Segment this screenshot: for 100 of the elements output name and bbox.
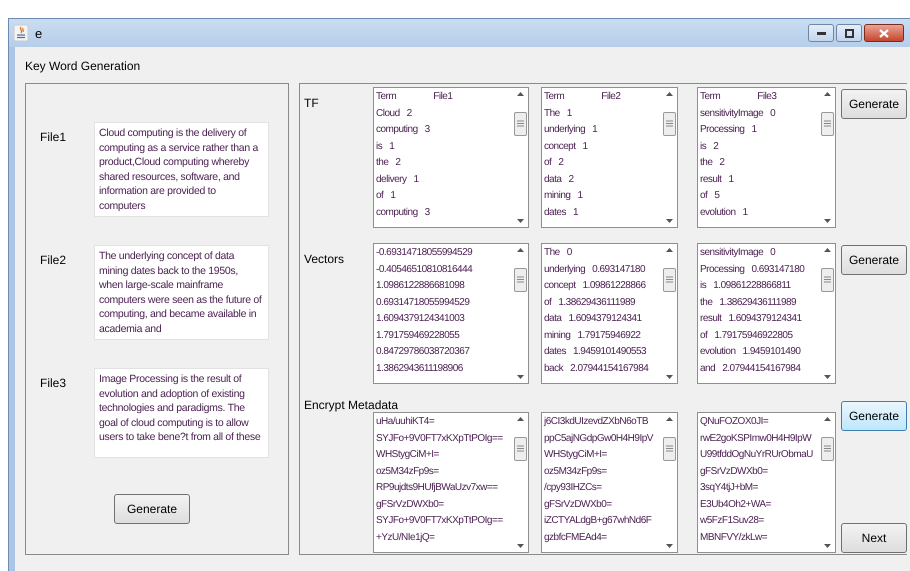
- text-line: 2: [406, 106, 412, 120]
- text-line: data: [544, 172, 562, 186]
- generate-button[interactable]: Generate: [114, 494, 190, 524]
- text-line: The: [544, 106, 560, 120]
- text-line: the: [376, 156, 388, 170]
- text-line: oz5M34zFp9s=: [544, 464, 607, 478]
- scroll-down-icon[interactable]: [516, 544, 524, 548]
- scrollbar-thumb[interactable]: [514, 268, 526, 292]
- text-line: 1.38629436111989: [558, 296, 636, 310]
- text-line: 1: [566, 106, 572, 120]
- minimize-button[interactable]: [808, 24, 834, 42]
- text-line: 2: [568, 172, 574, 186]
- text-line: Term: [700, 90, 720, 104]
- text-line: mining: [544, 189, 570, 203]
- text-line: 0.693147180: [592, 262, 646, 276]
- maximize-button[interactable]: [836, 24, 862, 42]
- scroll-down-icon[interactable]: [516, 375, 524, 379]
- text-line: 0.84729786038720367: [376, 345, 470, 359]
- scroll-up-icon[interactable]: [824, 248, 830, 252]
- text-line: 1: [390, 189, 396, 203]
- scroll-down-icon[interactable]: [666, 544, 672, 548]
- text-line: underlying: [544, 123, 586, 137]
- scroll-up-icon[interactable]: [516, 417, 524, 421]
- scroll-up-icon[interactable]: [516, 92, 524, 96]
- text-line: and: [700, 362, 716, 376]
- text-line: /cpy93IHZCs=: [544, 481, 602, 495]
- scroll-up-icon[interactable]: [824, 417, 830, 421]
- text-line: sensitivityImage: [700, 106, 764, 120]
- scroll-up-icon[interactable]: [824, 92, 830, 96]
- text-line: 1.09861228866: [582, 279, 646, 293]
- scroll-up-icon[interactable]: [666, 417, 672, 421]
- text-line: The: [544, 246, 560, 260]
- text-line: oz5M34zFp9s=: [376, 464, 439, 478]
- scroll-up-icon[interactable]: [666, 248, 672, 252]
- section-label: Encrypt Metadata: [304, 399, 400, 412]
- text-area[interactable]: Cloud computing is the delivery of computing as a service rather than a product,Cloud computing whereby shared resources, software, and information are provided to computers: [94, 122, 269, 217]
- text-line: the: [700, 156, 712, 170]
- text-line: underlying: [544, 262, 586, 276]
- scrollbar-thumb[interactable]: [514, 112, 526, 136]
- text-line: 1.6094379124341003: [376, 312, 464, 326]
- scrollbar-thumb[interactable]: [514, 436, 526, 460]
- scroll-up-icon[interactable]: [516, 248, 524, 252]
- scrollbar-thumb[interactable]: [820, 112, 834, 136]
- scroll-up-icon[interactable]: [666, 92, 672, 96]
- text-line: 1.6094379124341: [568, 312, 642, 326]
- text-line: 1.79175946922: [577, 328, 640, 342]
- scroll-down-icon[interactable]: [516, 219, 524, 223]
- text-area[interactable]: Term File2 The 1 underlying 1 concept 1 of 2 data 2 mining 1 dates 1: [541, 87, 678, 228]
- text-line: 1: [413, 172, 419, 186]
- text-line: 1.3862943611198906: [376, 362, 463, 376]
- text-line: sensitivityImage: [700, 246, 764, 260]
- text-line: 1.09861228866811: [713, 279, 791, 293]
- scroll-down-icon[interactable]: [666, 219, 672, 223]
- text-line: concept: [544, 279, 576, 293]
- generate-button[interactable]: Generate: [841, 401, 907, 431]
- next-button[interactable]: Next: [841, 523, 907, 553]
- scrollbar-thumb[interactable]: [662, 436, 676, 460]
- text-line: -0.69314718055994529: [376, 246, 472, 260]
- text-line: concept: [544, 140, 576, 154]
- text-line: 1.9459101490553: [572, 345, 646, 359]
- text-area[interactable]: Term File1 Cloud 2 computing 3 is 1 the 2 delivery 1 of 1 computing 3: [373, 87, 529, 228]
- text-line: 3: [424, 206, 430, 220]
- scrollbar-thumb[interactable]: [820, 436, 834, 460]
- text-area[interactable]: j6CI3kdUIzevdZXbN6oTB ppC5ajNGdpGw0H4H9IpV WHStygCiM+I= oz5M34zFp9s= /cpy93IHZCs= gFSrVzDWXb0= iZCTYALdgB+g67whNd6F gzbfcFMEAd4=: [541, 412, 678, 553]
- text-area[interactable]: The underlying concept of data mining dates back to the 1950s, when large-scale mainframe computers were seen as the future of computing, and became available in academia and: [94, 245, 269, 340]
- text-area[interactable]: Term File3 sensitivityImage 0 Processing 1 is 2 the 2 result 1 of 5 evolution 1: [697, 87, 836, 228]
- scrollbar-thumb[interactable]: [662, 268, 676, 292]
- text-area[interactable]: QNuFOZOX0JI= rwE2goKSPImw0H4H9IpW U99tfddOgNuYrRUrObmaU gFSrVzDWXb0= 3sqY4tjJ+bM= E3Ub4Oh2+WA= w5FzF1Suv28= MBNFVY/zkLw=: [697, 412, 836, 553]
- section-label: TF: [304, 95, 320, 112]
- text-area[interactable]: The 0 underlying 0.693147180 concept 1.09861228866 of 1.38629436111989 data 1.6094379124341 mining 1.79175946922 dates 1.9459101490553 back 2.07944154167984: [541, 243, 678, 384]
- text-area[interactable]: sensitivityImage 0 Processing 0.693147180 is 1.09861228866811 the 1.38629436111989 result 1.6094379124341 of 1.79175946922805 evolution 1.9459101490 and 2.07944154167984: [697, 243, 836, 384]
- text-line: 5: [714, 189, 720, 203]
- text-line: Processing: [700, 123, 744, 137]
- text-line: j6CI3kdUIzevdZXbN6oTB: [544, 415, 648, 429]
- text-line: of: [376, 189, 384, 203]
- file-label: File1: [40, 129, 68, 146]
- scrollbar-thumb[interactable]: [820, 268, 834, 292]
- text-line: is: [376, 140, 382, 154]
- file-label: File3: [40, 375, 68, 392]
- text-line: SYJFo+9V0FT7xKXpTtPOIg==: [376, 514, 503, 528]
- text-line: of: [700, 189, 708, 203]
- scroll-down-icon[interactable]: [824, 375, 830, 379]
- text-line: 1: [742, 206, 748, 220]
- generate-button[interactable]: Generate: [841, 89, 907, 119]
- scroll-down-icon[interactable]: [824, 544, 830, 548]
- text-area[interactable]: Image Processing is the result of evolution and adoption of existing technologies and paradigms. The goal of cloud computing is to allow users to take bene?t from all of these: [94, 368, 269, 458]
- text-line: 1: [592, 123, 598, 137]
- text-line: 2.07944154167984: [570, 362, 648, 376]
- scrollbar-thumb[interactable]: [662, 112, 676, 136]
- text-area[interactable]: -0.69314718055994529 -0.40546510810816444 1.0986122886681098 0.69314718055994529 1.6094379124341003 1.791759469228055 0.84729786038720367 1.3862943611198906: [373, 243, 529, 384]
- generate-button[interactable]: Generate: [841, 245, 907, 275]
- scroll-down-icon[interactable]: [666, 375, 672, 379]
- text-line: computing: [376, 123, 418, 137]
- maximize-icon: [844, 28, 854, 38]
- scroll-down-icon[interactable]: [824, 219, 830, 223]
- close-button[interactable]: [864, 24, 904, 42]
- text-area[interactable]: uHa/uuhiKT4= SYJFo+9V0FT7xKXpTtPOIg== WHStygCiM+I= oz5M34zFp9s= RP9ujdts9HUfjBWaUzv7xw== gFSrVzDWXb0= SYJFo+9V0FT7xKXpTtPOIg== +YzU/NIe1jQ=: [373, 412, 529, 553]
- text-line: 1: [577, 189, 583, 203]
- section-label: Vectors: [304, 251, 346, 268]
- text-line: E3Ub4Oh2+WA=: [700, 498, 771, 512]
